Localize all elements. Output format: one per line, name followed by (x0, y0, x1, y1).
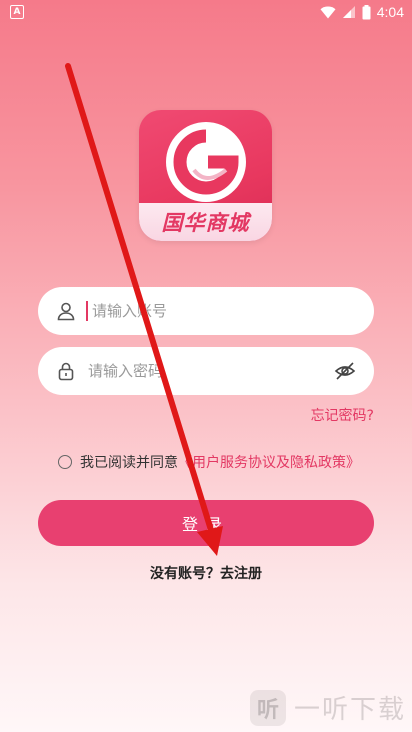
g-logo-icon (166, 122, 246, 202)
forgot-password-link[interactable]: 忘记密码? (311, 405, 374, 425)
account-input[interactable] (90, 301, 356, 321)
app-logo: 国华商城 (139, 110, 272, 241)
agree-radio[interactable] (58, 455, 72, 469)
agreement-row: 我已阅读并同意 《用户服务协议及隐私政策》 (58, 452, 360, 472)
status-bar: A 4:04 (0, 0, 412, 24)
user-icon (57, 302, 75, 321)
clock: 4:04 (376, 4, 404, 20)
notification-icon: A (10, 5, 24, 19)
logo-band: 国华商城 (139, 203, 272, 241)
wifi-icon (320, 6, 336, 18)
agree-prefix: 我已阅读并同意 (80, 455, 178, 471)
password-input[interactable] (86, 361, 334, 381)
battery-icon (362, 4, 371, 19)
logo-text: 国华商城 (161, 211, 250, 235)
watermark-text: 一听下载 (293, 695, 406, 725)
watermark-logo-icon: 听 (249, 689, 286, 726)
password-field[interactable] (38, 347, 374, 395)
account-field[interactable] (38, 287, 374, 335)
lock-icon (58, 362, 74, 381)
eye-off-icon[interactable] (334, 360, 356, 382)
register-link[interactable]: 没有账号？去注册 (0, 563, 412, 583)
watermark: 听 一听下载 (249, 689, 406, 726)
text-cursor (86, 301, 88, 321)
signal-icon (342, 6, 355, 18)
login-button[interactable]: 登录 (38, 500, 374, 546)
agreement-link[interactable]: 《用户服务协议及隐私政策》 (178, 452, 360, 472)
